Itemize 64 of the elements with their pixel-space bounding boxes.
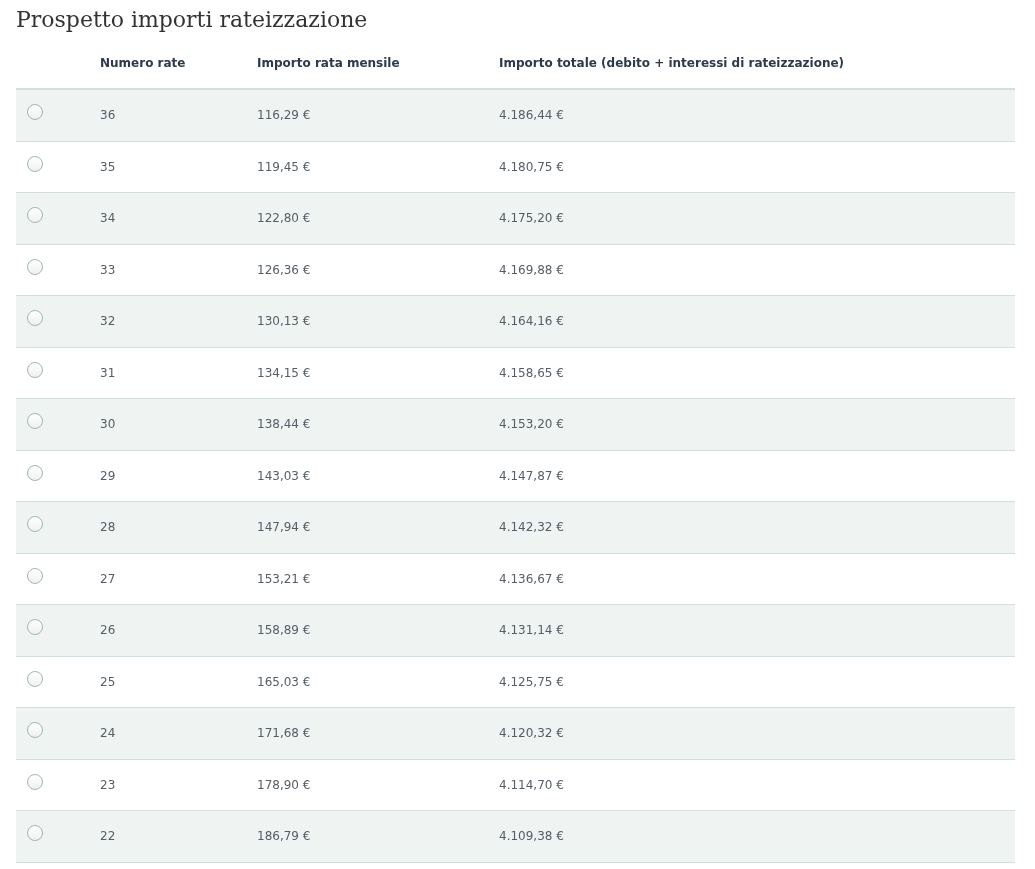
table-cell-text: 30 (100, 417, 117, 432)
column-header: Numero rate (100, 56, 187, 70)
table-cell-text: 126,36 € (257, 262, 312, 277)
column-header: Importo rata mensile (257, 56, 401, 70)
table-cell-text: 165,03 € (257, 674, 312, 689)
table-cell-text: 28 (100, 520, 117, 535)
table-cell-text: 4.114,70 € (499, 777, 565, 792)
table-cell-text: 116,29 € (257, 108, 312, 123)
table-cell-text: 29 (100, 468, 117, 483)
radio-button[interactable] (27, 825, 43, 842)
table-cell-text: 36 (100, 108, 117, 123)
table-cell-text: 22 (100, 829, 117, 844)
table-cell-text: 143,03 € (257, 468, 312, 483)
table-cell-text: 4.109,38 € (499, 829, 565, 844)
table-cell-text: 134,15 € (257, 365, 312, 380)
radio-button[interactable] (27, 104, 43, 121)
table-cell-text: 4.175,20 € (499, 211, 565, 226)
table-cell-text: 26 (100, 623, 117, 638)
table-cell-text: 4.131,14 € (499, 623, 565, 638)
radio-button[interactable] (27, 207, 43, 224)
table-cell-text: 4.147,87 € (499, 468, 565, 483)
table-cell-text: 35 (100, 159, 117, 174)
table-cell-text: 4.120,32 € (499, 726, 565, 741)
table-cell-text: 31 (100, 365, 117, 380)
radio-button[interactable] (27, 670, 43, 687)
table-cell-text: 4.164,16 € (499, 314, 565, 329)
table-cell-text: 25 (100, 674, 117, 689)
page-title: Prospetto importi rateizzazione (16, 6, 369, 34)
column-header: Importo totale (debito + interessi di rateizzazione) (499, 56, 846, 70)
table-cell-text: 27 (100, 571, 117, 586)
table-cell-text: 4.180,75 € (499, 159, 565, 174)
table-cell-text: 34 (100, 211, 117, 226)
table-cell-text: 4.136,67 € (499, 571, 565, 586)
table-cell-text: 32 (100, 314, 117, 329)
radio-button[interactable] (27, 361, 43, 378)
table-cell-text: 138,44 € (257, 417, 312, 432)
radio-button[interactable] (27, 258, 43, 275)
table-cell-text: 4.125,75 € (499, 674, 565, 689)
table-cell-text: 153,21 € (257, 571, 312, 586)
table-cell-text: 186,79 € (257, 829, 312, 844)
radio-button[interactable] (27, 567, 43, 584)
radio-button[interactable] (27, 773, 43, 790)
table-cell-text: 4.169,88 € (499, 262, 565, 277)
table-cell-text: 119,45 € (257, 159, 312, 174)
table-cell-text: 130,13 € (257, 314, 312, 329)
table-cell-text: 147,94 € (257, 520, 312, 535)
table-cell-text: 158,89 € (257, 623, 312, 638)
table-cell-text: 178,90 € (257, 777, 312, 792)
radio-button[interactable] (27, 155, 43, 172)
radio-button[interactable] (27, 619, 43, 636)
table-cell-text: 23 (100, 777, 117, 792)
radio-button[interactable] (27, 464, 43, 481)
radio-button[interactable] (27, 413, 43, 430)
radio-button[interactable] (27, 722, 43, 739)
table-cell-text: 4.158,65 € (499, 365, 565, 380)
radio-button[interactable] (27, 516, 43, 533)
table-cell-text: 33 (100, 262, 117, 277)
table-cell-text: 122,80 € (257, 211, 312, 226)
table-cell-text: 4.142,32 € (499, 520, 565, 535)
table-cell-text: 171,68 € (257, 726, 312, 741)
table-cell-text: 4.186,44 € (499, 108, 565, 123)
radio-button[interactable] (27, 310, 43, 327)
table-cell-text: 4.153,20 € (499, 417, 565, 432)
table-cell-text: 24 (100, 726, 117, 741)
